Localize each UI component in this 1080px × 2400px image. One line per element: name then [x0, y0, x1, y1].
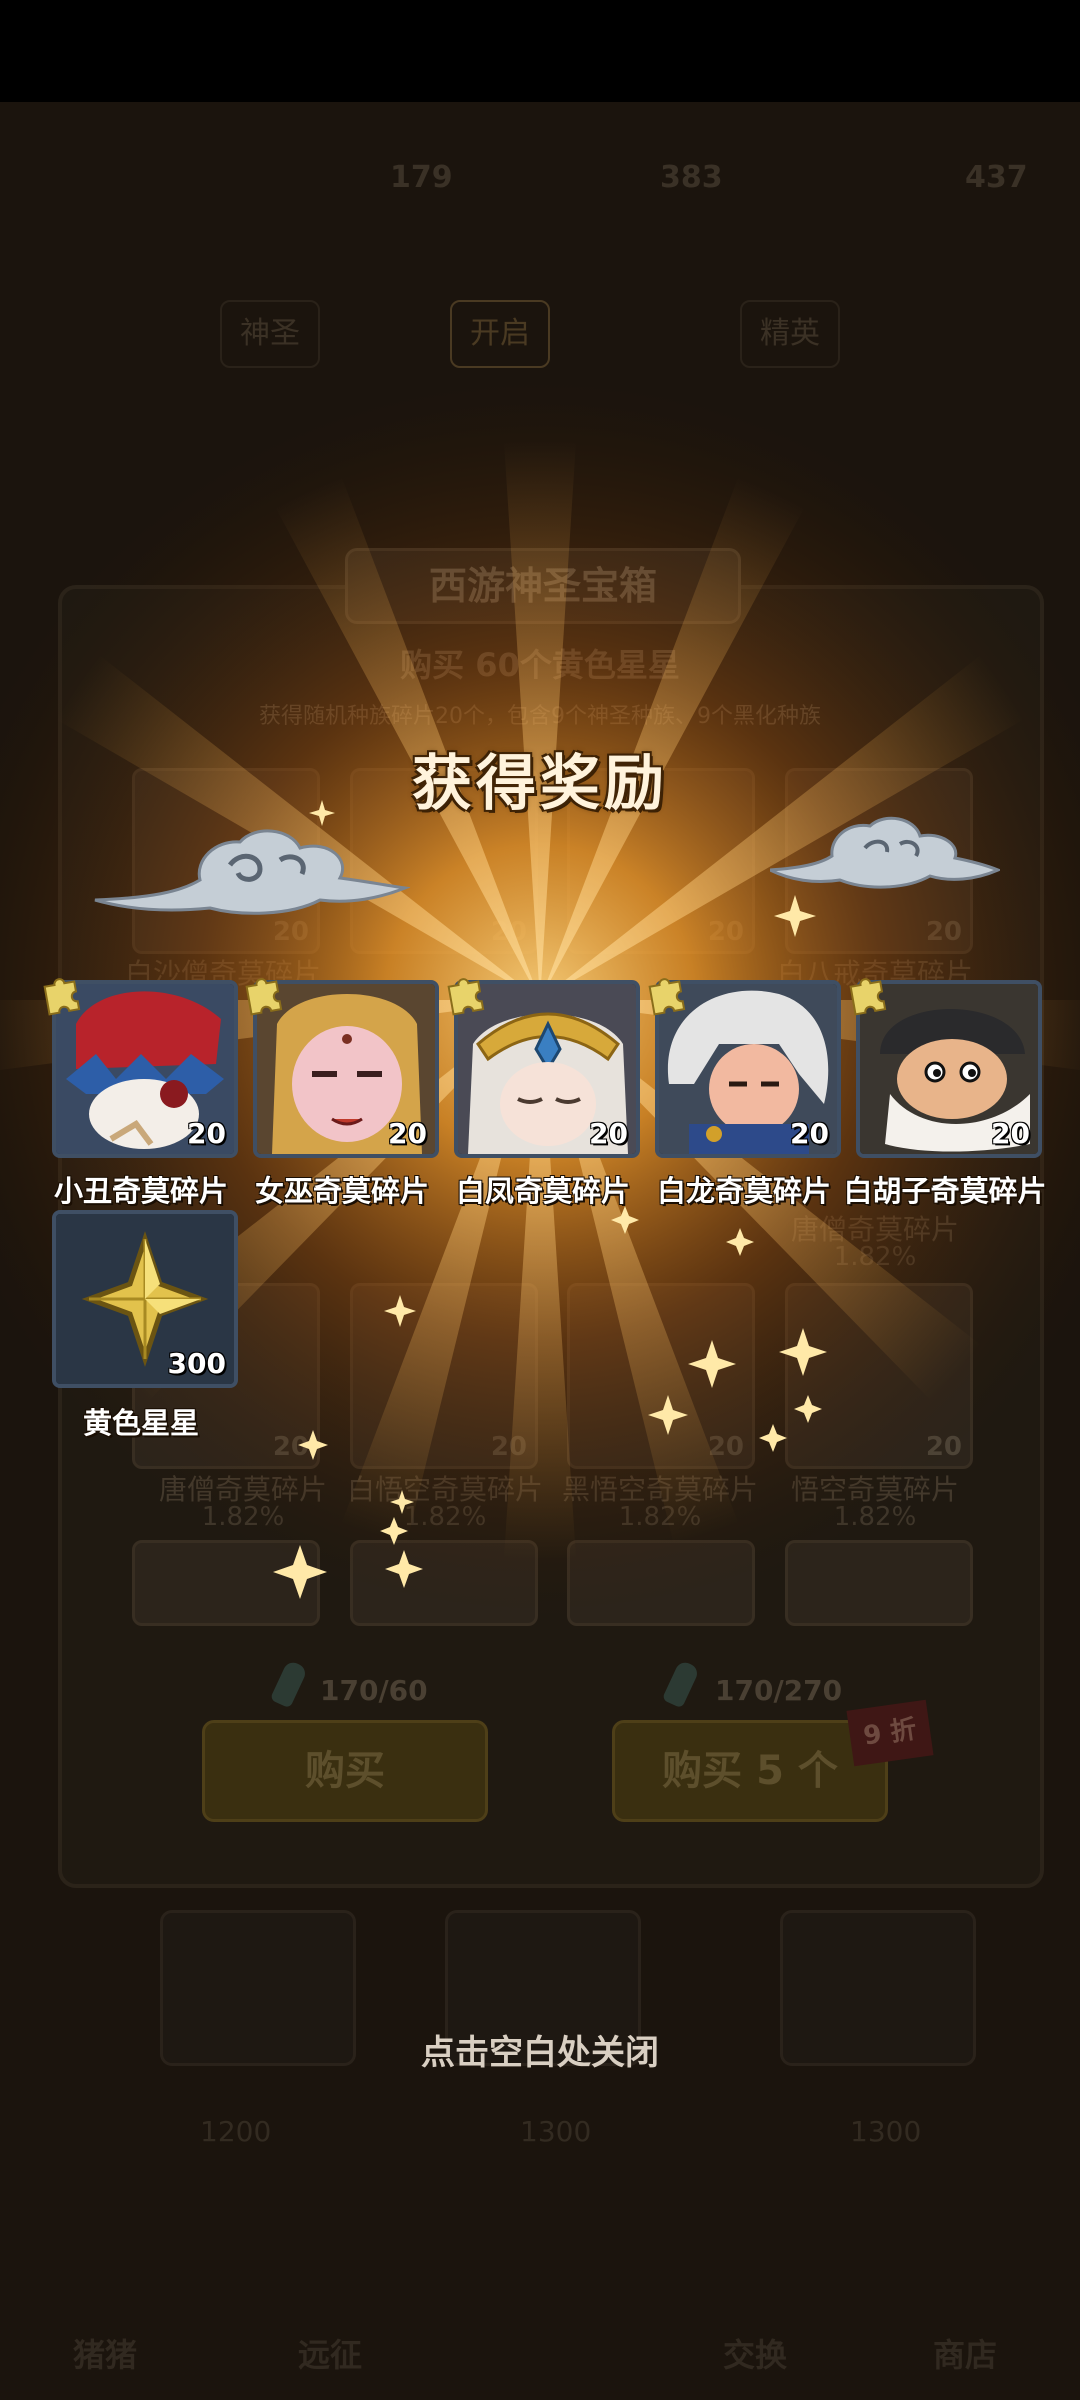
shop-description: 获得随机种族碎片20个，包含9个神圣种族、9个黑化种族 [259, 704, 821, 729]
resource-count: 179 [390, 160, 453, 195]
tab-bg: 神圣 [220, 300, 320, 368]
nav-item[interactable]: 商店 [890, 2330, 1040, 2376]
bg-card [132, 1540, 320, 1626]
resource-count: 437 [965, 160, 1028, 195]
resource-bar: 179 383 437 [0, 150, 1080, 220]
shop-buy-prompt: 购买 60个黄色星星 [400, 646, 680, 684]
status-bar [0, 0, 1080, 102]
tab-bg: 精英 [740, 300, 840, 368]
item-count: 300 [167, 1347, 226, 1380]
reward-item-name: 白胡子奇莫碎片 [843, 1174, 1047, 1208]
reward-item-name: 黄色星星 [82, 1406, 199, 1440]
cloud-decoration-right [770, 816, 1000, 889]
reward-item-card: 300 [52, 1210, 238, 1388]
reward-item-name: 女巫奇莫碎片 [254, 1174, 429, 1208]
fragment-puzzle-icon [849, 978, 887, 1016]
fragment-puzzle-icon [43, 978, 81, 1016]
bg-card-percent: 1.82% [618, 1502, 702, 1532]
bg-card-percent: 1.82% [403, 1502, 487, 1532]
bg-card [350, 1540, 538, 1626]
reward-title: 获得奖励 [412, 749, 668, 819]
bg-price: 1300 [850, 2115, 922, 2148]
bg-price: 1300 [520, 2115, 592, 2148]
reward-item-name: 小丑奇莫碎片 [53, 1174, 228, 1208]
nav-item[interactable]: 猪猪 [30, 2330, 180, 2376]
background-tab-row: 神圣 开启 精英 [120, 300, 960, 370]
fragment-puzzle-icon [447, 978, 485, 1016]
bg-card: 20 [350, 1283, 538, 1469]
bg-card [785, 1540, 973, 1626]
buy-5-button[interactable]: 购买 5 个 [612, 1720, 888, 1822]
reward-item-name: 白凤奇莫碎片 [455, 1174, 630, 1208]
cost-multi: 170/270 [715, 1674, 843, 1707]
discount-badge: 9 折 [846, 1699, 934, 1767]
fragment-puzzle-icon [648, 978, 686, 1016]
bg-price: 1200 [200, 2115, 272, 2148]
tap-to-close-hint[interactable]: 点击空白处关闭 [0, 2025, 1080, 2074]
bg-card-percent: 1.82% [833, 1242, 917, 1272]
bg-card: 20 [785, 1283, 973, 1469]
reward-item-name: 白龙奇莫碎片 [656, 1174, 831, 1208]
item-count: 20 [388, 1117, 427, 1150]
cost-single: 170/60 [320, 1674, 428, 1707]
bottom-nav: 猪猪 远征 交换 商店 [0, 2230, 1080, 2400]
item-count: 20 [991, 1117, 1030, 1150]
bg-card-percent: 1.82% [201, 1502, 285, 1532]
tab-bg-active: 开启 [450, 300, 550, 368]
fragment-puzzle-icon [245, 978, 283, 1016]
bg-card: 20 [567, 1283, 755, 1469]
item-count: 20 [589, 1117, 628, 1150]
nav-item[interactable]: 远征 [255, 2330, 405, 2376]
cloud-decoration-left [94, 829, 410, 915]
item-count: 20 [790, 1117, 829, 1150]
shop-title: 西游神圣宝箱 [345, 548, 741, 624]
buy-button[interactable]: 购买 [202, 1720, 488, 1822]
bg-card [567, 1540, 755, 1626]
bg-card-percent: 1.82% [833, 1502, 917, 1532]
nav-item[interactable]: 交换 [680, 2330, 830, 2376]
item-count: 20 [187, 1117, 226, 1150]
resource-count: 383 [660, 160, 723, 195]
